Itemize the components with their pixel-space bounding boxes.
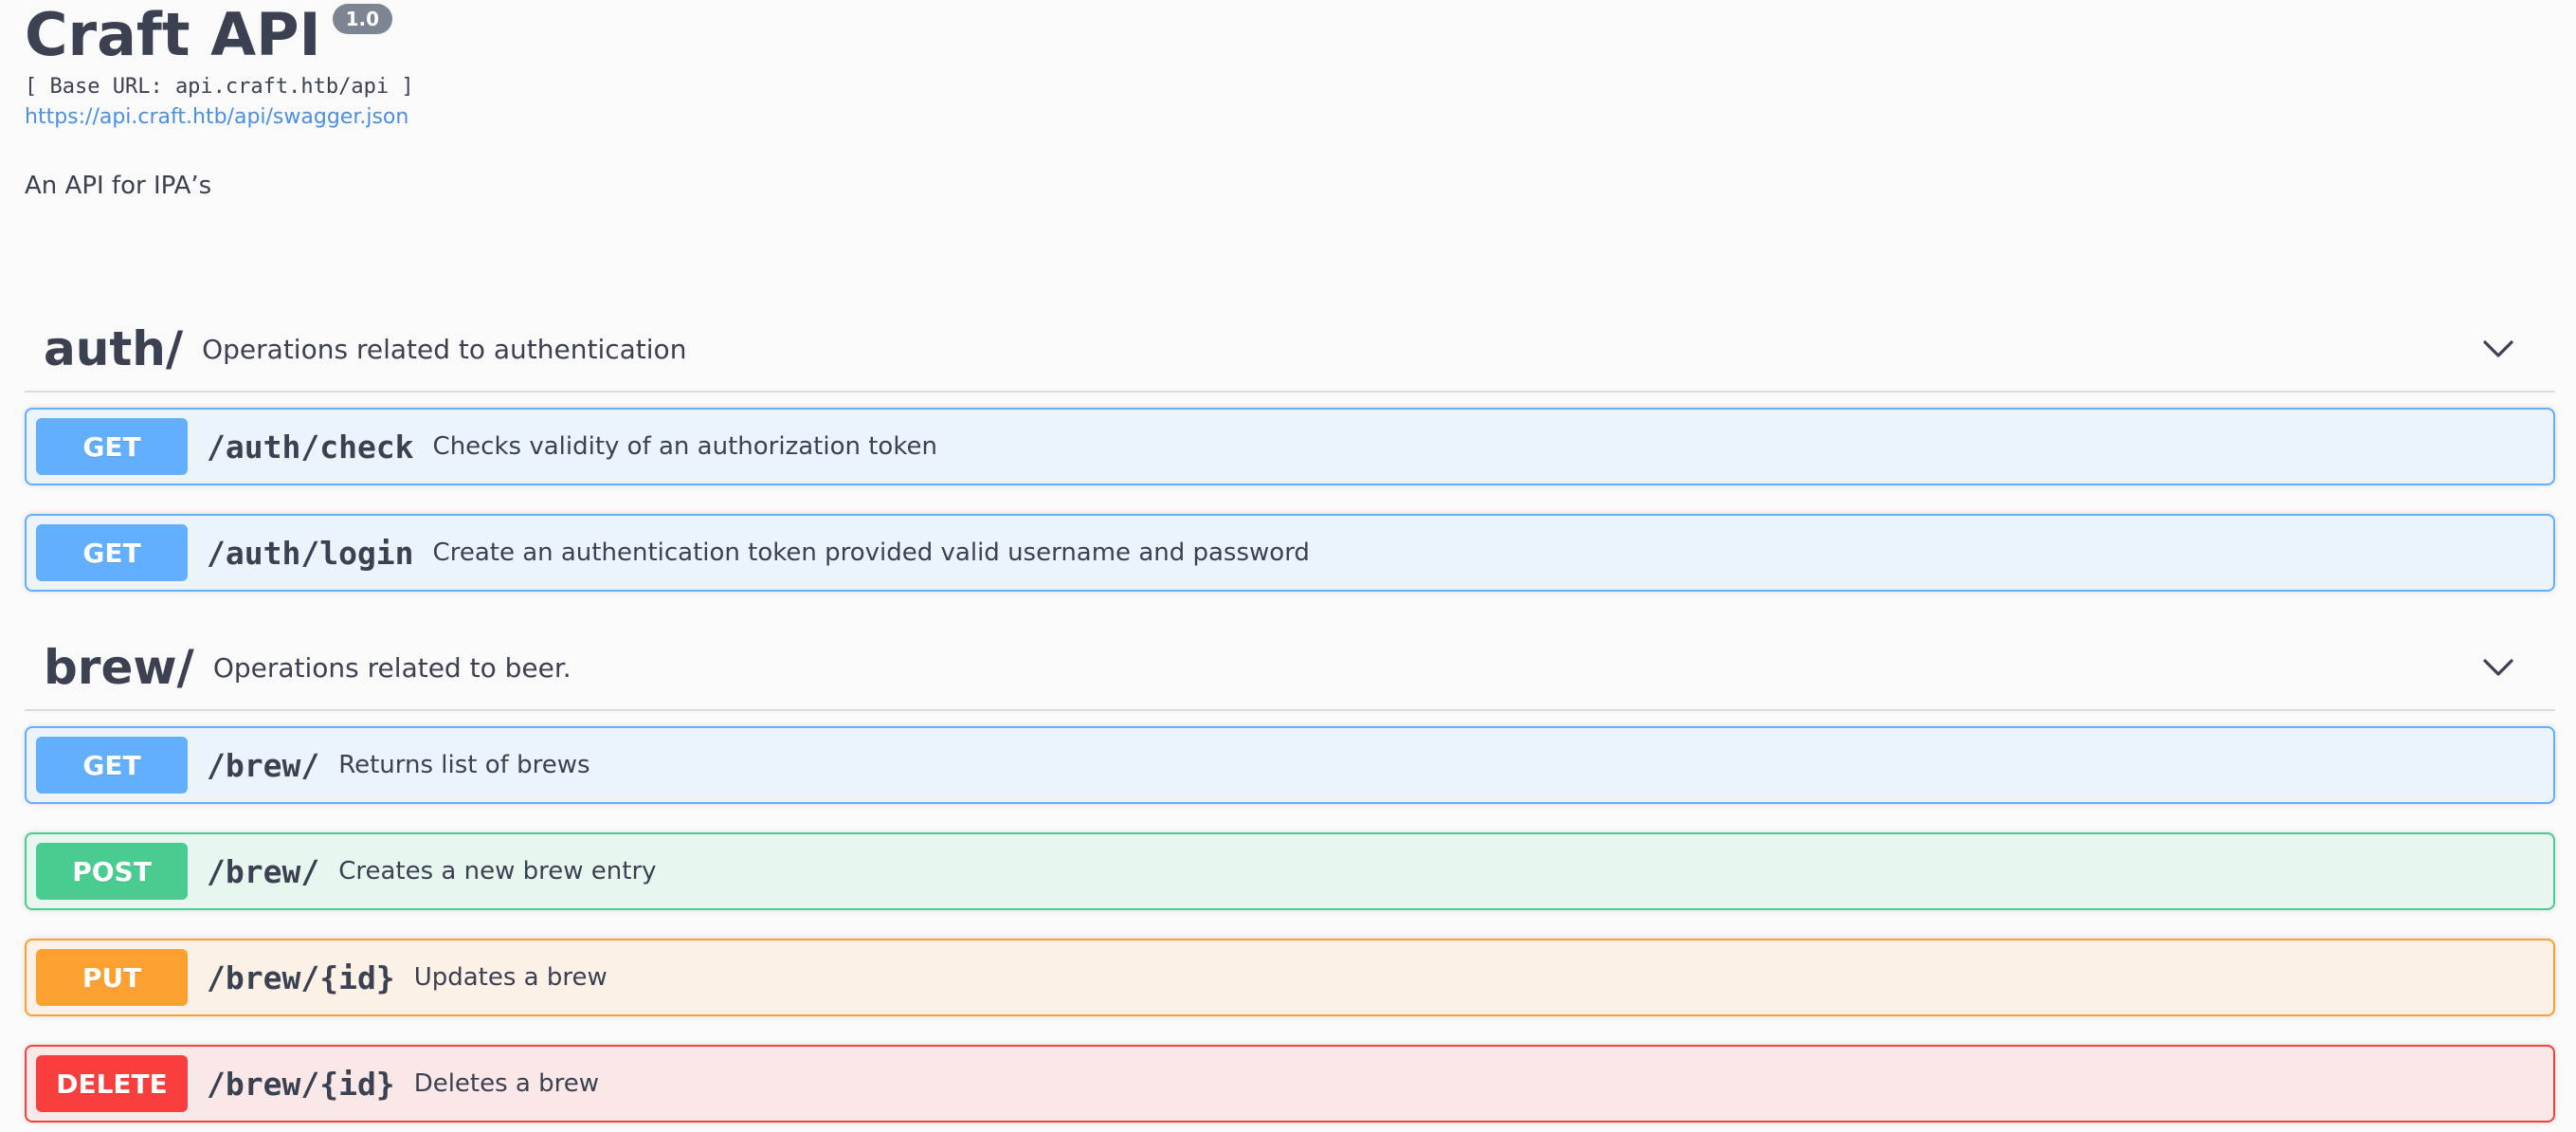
- operation-post-brew[interactable]: POST /brew/ Creates a new brew entry: [25, 832, 2555, 910]
- tag-name: brew/: [44, 640, 194, 695]
- tag-header-brew[interactable]: brew/ Operations related to beer.: [25, 626, 2555, 711]
- method-badge: GET: [36, 418, 188, 475]
- operation-delete-brew-id[interactable]: DELETE /brew/{id} Deletes a brew: [25, 1045, 2555, 1123]
- method-badge: POST: [36, 843, 188, 900]
- tag-description: Operations related to beer.: [212, 651, 571, 684]
- tag-description: Operations related to authentication: [202, 333, 687, 365]
- operation-summary: Creates a new brew entry: [338, 857, 657, 886]
- method-badge: GET: [36, 524, 188, 581]
- operation-path: /auth/login: [207, 534, 414, 572]
- operation-path: /brew/: [207, 746, 320, 784]
- operation-path: /brew/: [207, 852, 320, 890]
- tag-header-auth[interactable]: auth/ Operations related to authenticati…: [25, 307, 2555, 393]
- title-row: Craft API 1.0: [25, 0, 414, 74]
- api-description: An API for IPA’s: [25, 172, 212, 200]
- base-url: [ Base URL: api.craft.htb/api ]: [25, 75, 414, 99]
- operation-summary: Create an authentication token provided …: [432, 539, 1310, 567]
- operation-summary: Updates a brew: [413, 963, 608, 992]
- operation-path: /brew/{id}: [207, 1065, 395, 1103]
- method-badge: DELETE: [36, 1055, 188, 1112]
- operation-path: /brew/{id}: [207, 959, 395, 996]
- operation-get-auth-login[interactable]: GET /auth/login Create an authentication…: [25, 514, 2555, 592]
- tag-name: auth/: [44, 321, 184, 376]
- operation-path: /auth/check: [207, 428, 414, 466]
- operation-get-auth-check[interactable]: GET /auth/check Checks validity of an au…: [25, 408, 2555, 485]
- api-info: Craft API 1.0 [ Base URL: api.craft.htb/…: [25, 0, 414, 203]
- operation-get-brew[interactable]: GET /brew/ Returns list of brews: [25, 726, 2555, 804]
- chevron-down-icon[interactable]: [2479, 330, 2517, 368]
- api-title: Craft API: [25, 0, 321, 69]
- swagger-json-link[interactable]: https://api.craft.htb/api/swagger.json: [25, 100, 414, 135]
- operation-summary: Returns list of brews: [338, 751, 590, 779]
- method-badge: GET: [36, 737, 188, 794]
- operation-summary: Deletes a brew: [413, 1069, 600, 1098]
- operation-put-brew-id[interactable]: PUT /brew/{id} Updates a brew: [25, 939, 2555, 1016]
- operation-summary: Checks validity of an authorization toke…: [432, 432, 937, 461]
- method-badge: PUT: [36, 949, 188, 1006]
- version-badge: 1.0: [332, 4, 393, 34]
- chevron-down-icon[interactable]: [2479, 648, 2517, 686]
